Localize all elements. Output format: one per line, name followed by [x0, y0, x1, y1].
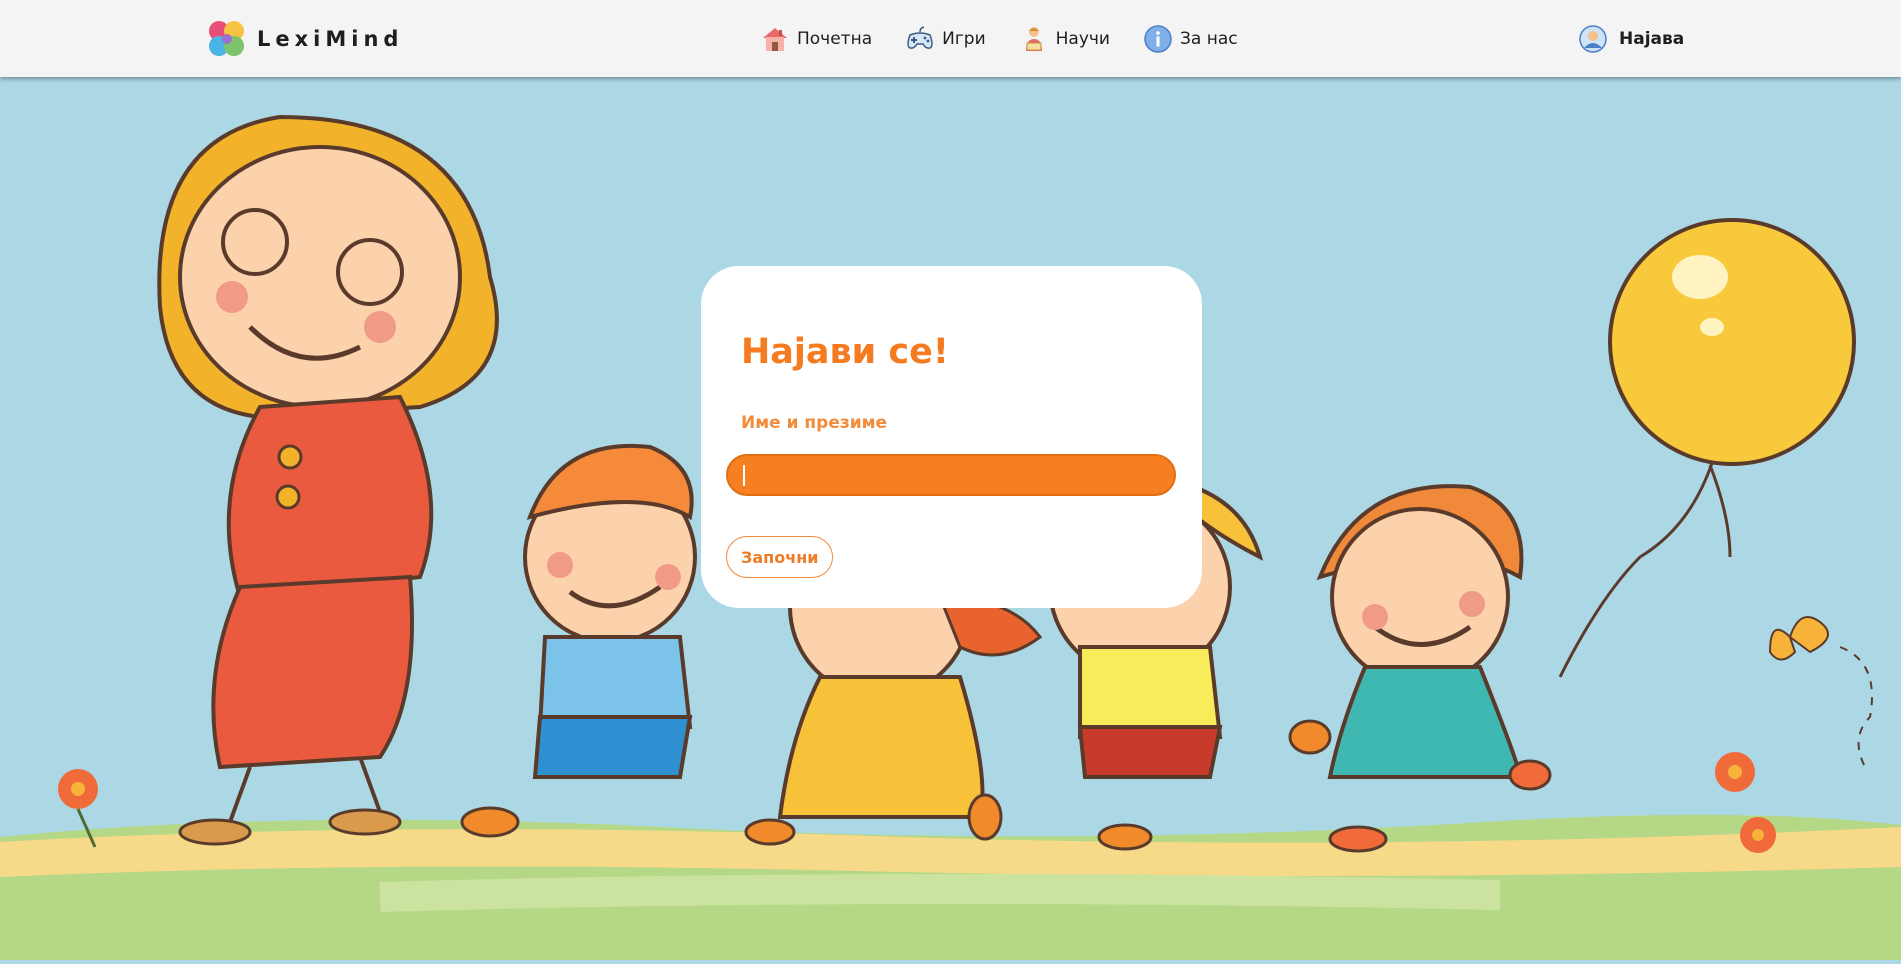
info-icon	[1144, 25, 1172, 53]
nav-label-about: За нас	[1179, 29, 1238, 49]
nav-label-home: Почетна	[797, 29, 873, 49]
nav-item-home[interactable]: Почетна	[760, 24, 872, 54]
text-caret	[743, 465, 745, 486]
home-icon	[763, 28, 787, 51]
brand-name: LexiMind	[257, 27, 404, 51]
start-button[interactable]: Започни	[726, 536, 834, 578]
brand[interactable]: LexiMind	[207, 18, 403, 60]
user-avatar-icon	[1579, 25, 1607, 53]
login-title: Најави се!	[741, 332, 949, 372]
puzzle-brain-logo-icon	[209, 21, 244, 56]
nav-login-link[interactable]: Најава	[1578, 22, 1684, 56]
nav-item-games[interactable]: Игри	[905, 24, 986, 54]
nav-label-games: Игри	[942, 29, 986, 49]
nav-login-label: Најава	[1619, 29, 1685, 49]
nav-item-about[interactable]: За нас	[1143, 24, 1238, 54]
top-navbar: LexiMind Почетна Игри Научи За нас Најав…	[0, 0, 1901, 77]
name-input[interactable]	[726, 454, 1176, 496]
nav-label-learn: Научи	[1055, 29, 1110, 49]
name-field-label: Име и презиме	[741, 413, 888, 433]
student-book-icon	[1025, 27, 1042, 51]
gamepad-icon	[907, 26, 933, 49]
nav-item-learn[interactable]: Научи	[1019, 24, 1110, 54]
main-nav: Почетна Игри Научи За нас	[760, 22, 1271, 56]
login-card: Најави се! Име и презиме Започни	[701, 266, 1202, 608]
